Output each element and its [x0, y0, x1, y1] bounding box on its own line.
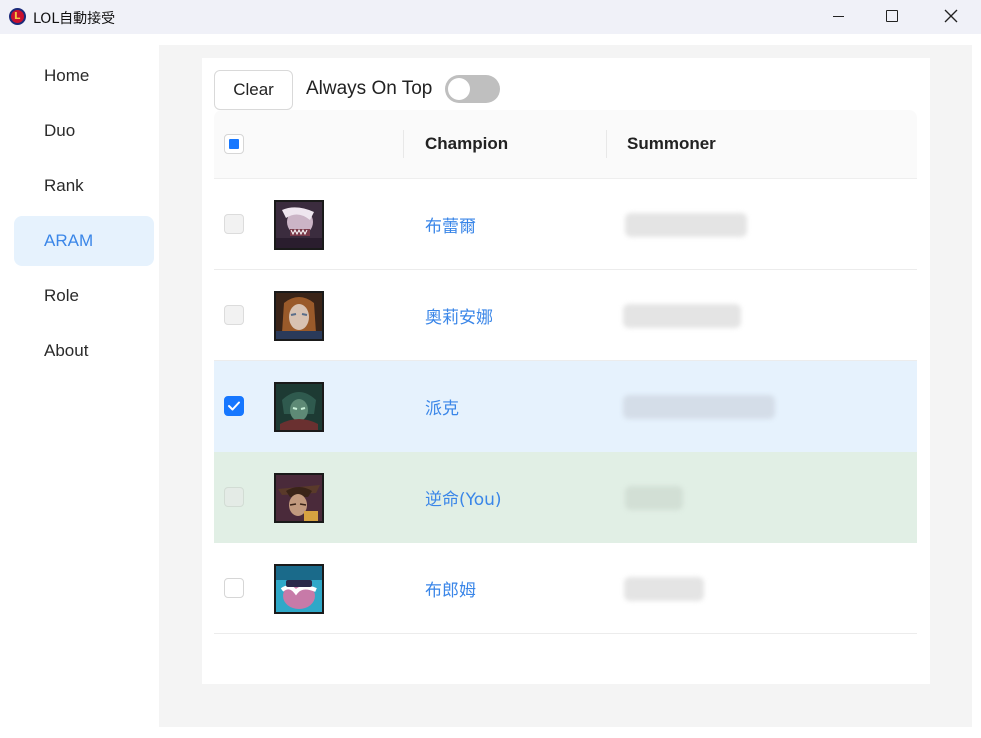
close-icon [944, 9, 958, 23]
table-row[interactable]: 奧莉安娜 [214, 270, 917, 361]
sidebar-item-about[interactable]: About [14, 326, 154, 376]
summoner-name-redacted [624, 577, 704, 601]
column-header-summoner: Summoner [627, 134, 716, 153]
table-header: Champion Summoner [214, 110, 917, 179]
table-row-selected[interactable]: 派克 [214, 361, 917, 452]
title-bar: L LOL自動接受 [0, 0, 981, 34]
row-checkbox[interactable] [224, 578, 244, 598]
champion-name[interactable]: 派克 [425, 394, 459, 419]
row-checkbox-checked[interactable] [224, 396, 244, 416]
logo-letter: L [14, 11, 21, 22]
table-row[interactable]: 布郎姆 [214, 543, 917, 634]
column-divider [403, 130, 404, 158]
champion-portrait-icon [274, 473, 324, 523]
maximize-icon [886, 10, 898, 22]
sidebar-item-aram[interactable]: ARAM [14, 216, 154, 266]
lol-logo-icon: L [9, 8, 26, 25]
table-row[interactable]: 布蕾爾 [214, 179, 917, 270]
champion-name[interactable]: 逆命(You) [425, 485, 502, 510]
checkmark-icon [228, 401, 240, 411]
window-title: LOL自動接受 [33, 11, 116, 27]
sidebar-item-rank[interactable]: Rank [14, 161, 154, 211]
toggle-knob [448, 78, 470, 100]
champion-portrait-icon [274, 564, 324, 614]
select-all-checkbox[interactable] [224, 134, 244, 154]
column-header-champion: Champion [425, 134, 509, 153]
summoner-name-redacted [625, 486, 683, 510]
champion-portrait-icon [274, 382, 324, 432]
summoner-name-redacted [625, 213, 747, 237]
clear-button[interactable]: Clear [214, 70, 293, 110]
champion-name[interactable]: 布蕾爾 [425, 212, 476, 237]
sidebar-item-role[interactable]: Role [14, 271, 154, 321]
minimize-icon [833, 16, 844, 17]
always-on-top-label: Always On Top [306, 78, 433, 99]
summoner-name-redacted [623, 304, 741, 328]
minimize-button[interactable] [815, 0, 861, 34]
close-button[interactable] [927, 0, 973, 34]
row-checkbox[interactable] [224, 305, 244, 325]
row-checkbox[interactable] [224, 214, 244, 234]
always-on-top-toggle[interactable] [445, 75, 500, 103]
sidebar-item-home[interactable]: Home [14, 51, 154, 101]
column-divider [606, 130, 607, 158]
summoner-name-redacted [623, 395, 775, 419]
champion-name[interactable]: 奧莉安娜 [425, 303, 493, 328]
champion-portrait-icon [274, 291, 324, 341]
sidebar-item-duo[interactable]: Duo [14, 106, 154, 156]
maximize-button[interactable] [869, 0, 915, 34]
champion-name[interactable]: 布郎姆 [425, 576, 476, 601]
table-row-self[interactable]: 逆命(You) [214, 452, 917, 543]
row-checkbox[interactable] [224, 487, 244, 507]
champion-portrait-icon [274, 200, 324, 250]
